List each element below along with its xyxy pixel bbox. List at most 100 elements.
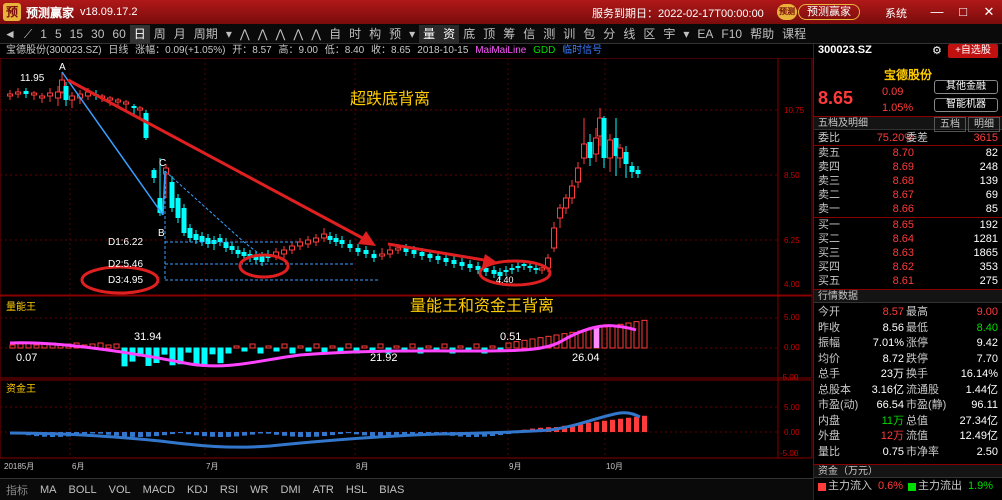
- toolbar-chips[interactable]: 筹: [499, 25, 519, 43]
- toolbar-custom[interactable]: 自: [325, 25, 345, 43]
- indicator-atr[interactable]: ATR: [307, 484, 340, 496]
- indicator-ma[interactable]: MA: [34, 484, 63, 496]
- indicator-kdj[interactable]: KDJ: [181, 484, 214, 496]
- toolbar-help[interactable]: 帮助: [746, 25, 778, 43]
- indicator-bias[interactable]: BIAS: [373, 484, 410, 496]
- maximize-button[interactable]: □: [954, 3, 972, 21]
- stat-value: 12万: [880, 430, 904, 442]
- line-tool-icon-4[interactable]: ⋀: [289, 25, 307, 43]
- chart-area[interactable]: 10.75 8.50 6.25 4.00 5.00 0.00 -5.00 5.0…: [0, 57, 813, 478]
- x-tick-4: 8月: [356, 462, 368, 471]
- predict-dropdown-icon[interactable]: ▾: [405, 25, 419, 43]
- toolbar-pack[interactable]: 包: [579, 25, 599, 43]
- vip-badge-icon: 预测: [777, 4, 797, 20]
- stat-row: 外盘 12万 流值 12.49亿: [814, 430, 1002, 443]
- toolbar-predict[interactable]: 预: [385, 25, 405, 43]
- buy-2-volume: 1281: [973, 233, 998, 245]
- toolbar-volume[interactable]: 量: [419, 24, 440, 43]
- price-change-percent: 1.05%: [882, 102, 914, 114]
- toolbar-train[interactable]: 训: [559, 25, 579, 43]
- candle-body: [193, 234, 199, 240]
- point-a-label: A: [59, 62, 66, 73]
- tab-five-levels[interactable]: 五档: [934, 117, 966, 132]
- toolbar-ea[interactable]: EA: [693, 25, 717, 43]
- toolbar-test[interactable]: 测: [539, 25, 559, 43]
- toolbar-fund[interactable]: 资: [439, 24, 460, 43]
- kline-chart-svg[interactable]: 10.75 8.50 6.25 4.00 5.00 0.00 -5.00 5.0…: [0, 57, 813, 478]
- chart-icon[interactable]: ⟋: [20, 25, 36, 43]
- minimize-button[interactable]: —: [928, 3, 946, 21]
- toolbar-f10[interactable]: F10: [717, 25, 746, 43]
- line-tool-icon-5[interactable]: ⋀: [307, 25, 325, 43]
- indicator-wr[interactable]: WR: [244, 484, 274, 496]
- toolbar-week[interactable]: 周: [150, 25, 170, 43]
- toolbar-universe[interactable]: 宇: [659, 25, 679, 43]
- candle-body: [467, 264, 473, 268]
- stock-name: 宝德股份(300023.SZ): [6, 45, 102, 56]
- toolbar-15min[interactable]: 15: [66, 25, 87, 43]
- candle-body: [181, 208, 187, 233]
- toolbar-period[interactable]: 周期: [190, 25, 222, 43]
- stock-info-bar: 宝德股份(300023.SZ) 日线 涨幅：0.09(+1.05%) 开：8.5…: [0, 44, 813, 58]
- toolbar-period-dropdown-icon[interactable]: ▾: [222, 25, 236, 43]
- toolbar-signal[interactable]: 信: [519, 25, 539, 43]
- toolbar-30min[interactable]: 30: [87, 25, 108, 43]
- indicator-boll[interactable]: BOLL: [63, 484, 103, 496]
- candle-body: [569, 185, 575, 199]
- indicator-hsl[interactable]: HSL: [340, 484, 373, 496]
- fund-bar: [274, 432, 279, 435]
- sell-5-row: 卖五 8.70 82: [814, 147, 1002, 160]
- price-tick-3: 6.25: [784, 236, 800, 245]
- toolbar-top[interactable]: 顶: [479, 25, 499, 43]
- sector-button-robot[interactable]: 智能机器: [934, 98, 998, 112]
- candle-body: [281, 249, 287, 255]
- annotation-title-1: 超跌底背离: [350, 89, 430, 108]
- price-tick-4: 4.00: [784, 280, 800, 289]
- stat-row: 今开 8.57 最高 9.00: [814, 306, 1002, 319]
- wecha-label: 委差: [906, 132, 928, 144]
- tab-detail[interactable]: 明细: [968, 117, 1000, 132]
- indicator-vol[interactable]: VOL: [103, 484, 137, 496]
- line-tool-icon[interactable]: ⋀: [236, 25, 254, 43]
- sector-button-finance[interactable]: 其他金融: [934, 80, 998, 94]
- candle-body: [107, 97, 113, 101]
- stat-label: 内盘: [818, 414, 840, 427]
- stat-label: 跌停: [906, 352, 928, 365]
- candle-body: [7, 93, 13, 97]
- close-button[interactable]: ✕: [980, 3, 998, 21]
- candlestick-series: [7, 72, 641, 280]
- x-tick-5: 9月: [509, 462, 521, 471]
- back-icon[interactable]: ◄: [0, 25, 20, 43]
- toolbar-split[interactable]: 分: [599, 25, 619, 43]
- buy-5-price: 8.61: [892, 275, 914, 287]
- toolbar-structure[interactable]: 构: [365, 25, 385, 43]
- toolbar-month[interactable]: 月: [170, 25, 190, 43]
- indicator-macd[interactable]: MACD: [137, 484, 181, 496]
- fund-bar: [282, 432, 287, 436]
- volume-bar: [305, 347, 312, 352]
- toolbar-1min[interactable]: 1: [36, 25, 51, 43]
- add-watchlist-button[interactable]: +自选股: [948, 44, 998, 58]
- line-tool-icon-3[interactable]: ⋀: [272, 25, 290, 43]
- toolbar-region[interactable]: 区: [639, 25, 659, 43]
- indicator-rsi[interactable]: RSI: [214, 484, 244, 496]
- universe-dropdown-icon[interactable]: ▾: [679, 25, 693, 43]
- gear-icon[interactable]: ⚙: [932, 44, 942, 57]
- line-tool-icon-2[interactable]: ⋀: [254, 25, 272, 43]
- toolbar-line[interactable]: 线: [619, 25, 639, 43]
- candle-body: [587, 142, 593, 158]
- volume-bar: [217, 347, 224, 364]
- system-menu[interactable]: 系统: [885, 5, 907, 21]
- fund-tick-1: 5.00: [784, 403, 800, 412]
- high-value: 高：9.00: [278, 45, 318, 56]
- indicator-dmi[interactable]: DMI: [275, 484, 307, 496]
- toolbar-60min[interactable]: 60: [108, 25, 129, 43]
- toolbar-day[interactable]: 日: [129, 24, 150, 43]
- toolbar-time[interactable]: 时: [345, 25, 365, 43]
- peak-price-label: 11.95: [20, 73, 45, 84]
- user-name-button[interactable]: 预测赢家: [798, 4, 860, 20]
- buy-3-volume: 1865: [973, 247, 998, 259]
- toolbar-5min[interactable]: 5: [51, 25, 66, 43]
- toolbar-course[interactable]: 课程: [778, 25, 810, 43]
- toolbar-bottom[interactable]: 底: [459, 25, 479, 43]
